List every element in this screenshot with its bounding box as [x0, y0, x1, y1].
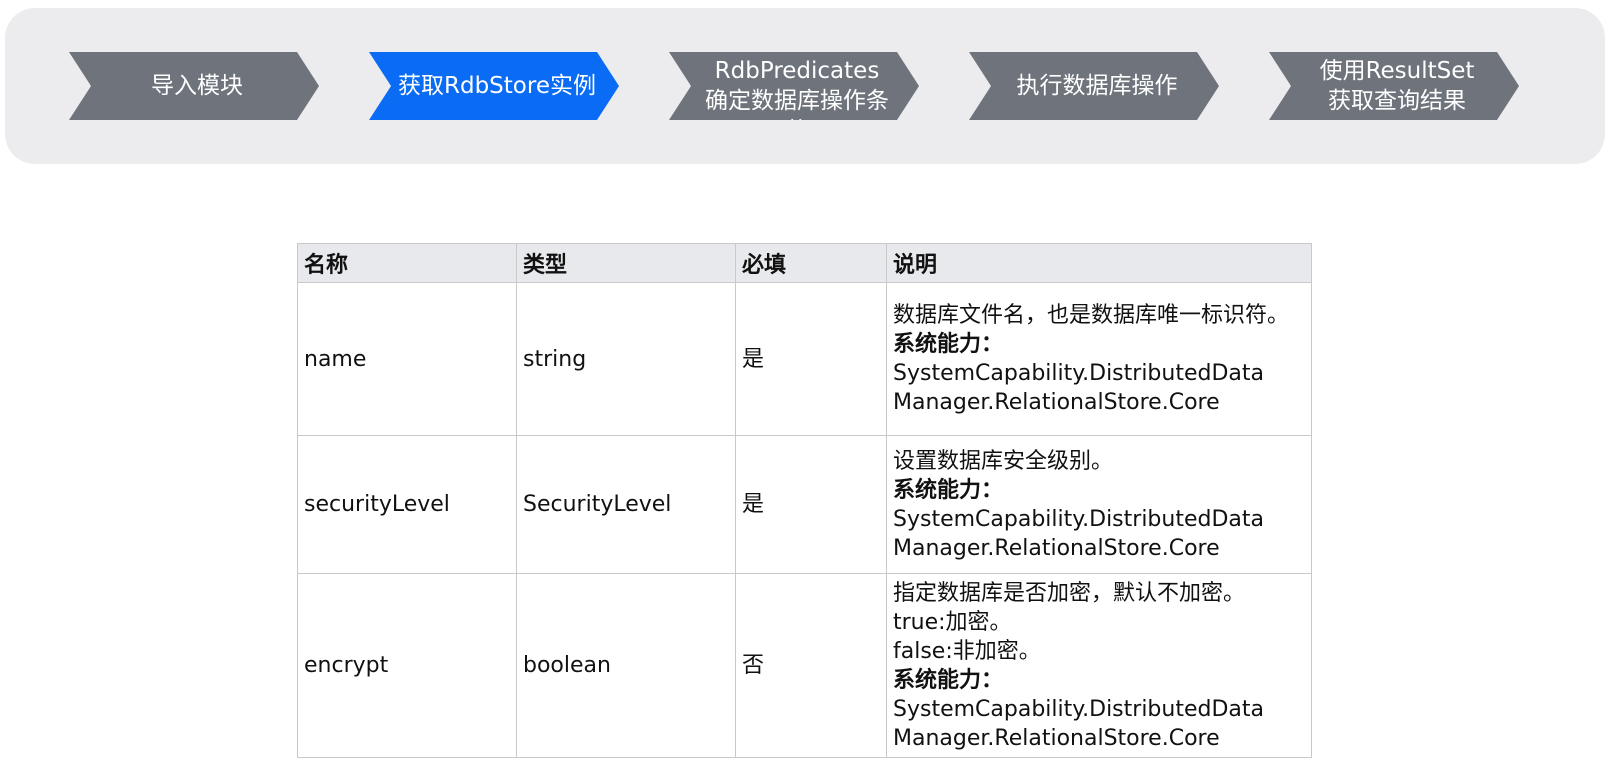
system-capability-value: Manager.RelationalStore.Core: [893, 390, 1220, 415]
step-import-module[interactable]: 导入模块: [69, 52, 319, 120]
table-row: securityLevel SecurityLevel 是 设置数据库安全级别。…: [297, 435, 1312, 574]
system-capability-label: 系统能力：: [893, 332, 1004, 357]
system-capability-label: 系统能力：: [893, 477, 1004, 503]
param-name: name: [297, 282, 517, 436]
step-rdbpredicates[interactable]: 使用RdbPredicates 确定数据库操作条件: [669, 52, 919, 120]
param-type: string: [516, 282, 736, 436]
param-description: 数据库文件名，也是数据库唯一标识符。 系统能力： SystemCapabilit…: [886, 282, 1312, 436]
header-type: 类型: [516, 243, 736, 283]
step-label: 使用ResultSet 获取查询结果: [1319, 58, 1475, 114]
step-label: 获取RdbStore实例: [398, 73, 596, 99]
param-required: 是: [735, 435, 887, 574]
description-line: false:非加密。: [893, 638, 1041, 664]
table-header-row: 名称 类型 必填 说明: [297, 243, 1312, 283]
table-row: name string 是 数据库文件名，也是数据库唯一标识符。 系统能力： S…: [297, 282, 1312, 436]
parameter-table: 名称 类型 必填 说明 name string 是 数据库文件名，也是数据库唯一…: [297, 243, 1312, 758]
header-required: 必填: [735, 243, 887, 283]
description-line: 数据库文件名，也是数据库唯一标识符。: [893, 303, 1290, 328]
system-capability-value: Manager.RelationalStore.Core: [893, 725, 1220, 751]
system-capability-value: SystemCapability.DistributedData: [893, 696, 1264, 722]
description-line: true:加密。: [893, 609, 1012, 635]
description-line: 指定数据库是否加密，默认不加密。: [893, 580, 1246, 606]
system-capability-value: Manager.RelationalStore.Core: [893, 535, 1220, 561]
process-steps-bar: 导入模块 获取RdbStore实例 使用RdbPredicates 确定数据库操…: [5, 8, 1605, 164]
param-name: encrypt: [297, 573, 517, 758]
header-name: 名称: [297, 243, 517, 283]
system-capability-value: SystemCapability.DistributedData: [893, 506, 1264, 532]
param-description: 指定数据库是否加密，默认不加密。 true:加密。 false:非加密。 系统能…: [886, 573, 1312, 758]
header-description: 说明: [886, 243, 1312, 283]
param-type: SecurityLevel: [516, 435, 736, 574]
step-label: 导入模块: [151, 73, 243, 99]
system-capability-label: 系统能力：: [893, 667, 1004, 693]
description-line: 设置数据库安全级别。: [893, 448, 1114, 474]
step-resultset[interactable]: 使用ResultSet 获取查询结果: [1269, 52, 1519, 120]
system-capability-value: SystemCapability.DistributedData: [893, 361, 1264, 386]
param-required: 是: [735, 282, 887, 436]
step-execute-operation[interactable]: 执行数据库操作: [969, 52, 1219, 120]
step-get-rdbstore[interactable]: 获取RdbStore实例: [369, 52, 619, 120]
param-name: securityLevel: [297, 435, 517, 574]
table-row: encrypt boolean 否 指定数据库是否加密，默认不加密。 true:…: [297, 573, 1312, 758]
step-label: 使用RdbPredicates 确定数据库操作条件: [705, 28, 889, 144]
step-label: 执行数据库操作: [1016, 73, 1178, 99]
param-required: 否: [735, 573, 887, 758]
param-description: 设置数据库安全级别。 系统能力： SystemCapability.Distri…: [886, 435, 1312, 574]
param-type: boolean: [516, 573, 736, 758]
